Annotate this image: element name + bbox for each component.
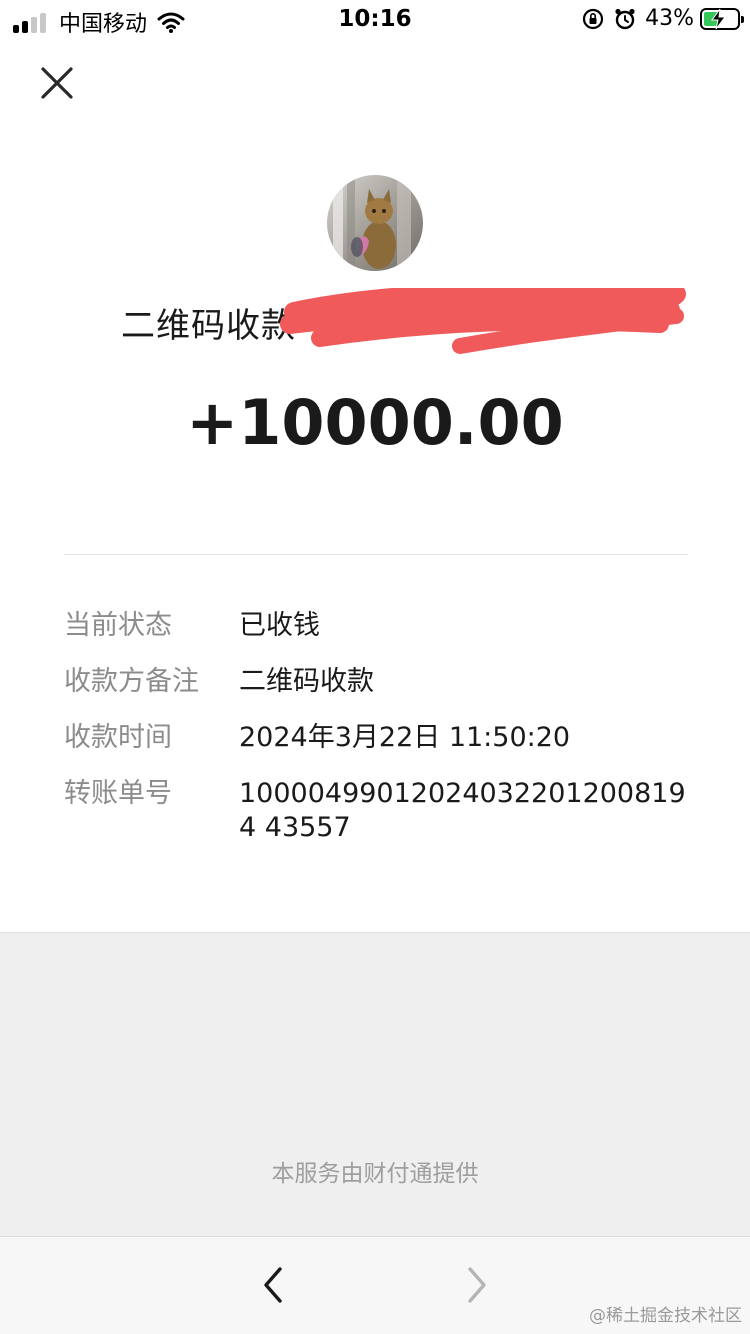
status-bar: 中国移动 10:16 43% <box>0 0 750 42</box>
bottom-nav-bar: @稀土掘金技术社区 <box>0 1236 750 1334</box>
back-button[interactable] <box>256 1265 292 1305</box>
status-left: 中国移动 <box>13 6 185 38</box>
redaction-scribble <box>280 288 686 354</box>
transaction-title: 二维码收款- <box>0 288 750 356</box>
detail-value: 100004990120240322012008194 43557 <box>239 778 686 843</box>
cat-avatar-image <box>327 175 423 271</box>
detail-row-transfer-id: 转账单号 100004990120240322012008194 43557 <box>64 777 688 845</box>
detail-row-payee-note: 收款方备注 二维码收款 <box>64 665 688 699</box>
battery-icon <box>700 7 744 30</box>
detail-row-time: 收款时间 2024年3月22日 11:50:20 <box>64 721 688 755</box>
detail-row-status: 当前状态 已收钱 <box>64 609 688 643</box>
detail-value: 2024年3月22日 11:50:20 <box>239 722 571 753</box>
detail-value: 已收钱 <box>239 610 320 641</box>
chevron-right-icon <box>468 1267 486 1303</box>
avatar <box>327 175 423 271</box>
detail-label: 收款方备注 <box>64 666 199 697</box>
alarm-icon <box>615 8 635 29</box>
wifi-icon <box>157 12 185 33</box>
status-right: 43% <box>581 6 744 31</box>
details-list: 当前状态 已收钱 收款方备注 二维码收款 收款时间 2024年3月22日 11:… <box>64 609 688 867</box>
divider <box>64 554 688 555</box>
detail-label: 转账单号 <box>64 778 172 809</box>
amount: +10000.00 <box>186 386 564 459</box>
detail-label: 收款时间 <box>64 722 172 753</box>
orientation-lock-icon <box>582 8 604 29</box>
carrier-name: 中国移动 <box>59 12 148 37</box>
detail-value: 二维码收款 <box>239 666 374 697</box>
detail-label: 当前状态 <box>64 610 172 641</box>
footer-area <box>0 932 750 1236</box>
provider-text: 本服务由财付通提供 <box>271 1161 479 1187</box>
close-button[interactable] <box>36 62 78 104</box>
watermark-text: @稀土掘金技术社区 <box>589 1306 742 1326</box>
forward-button[interactable] <box>458 1265 494 1305</box>
battery-percent: 43% <box>645 6 694 31</box>
close-icon <box>41 67 73 99</box>
chevron-left-icon <box>264 1267 282 1303</box>
signal-icon <box>13 11 49 33</box>
charging-icon <box>711 8 726 29</box>
